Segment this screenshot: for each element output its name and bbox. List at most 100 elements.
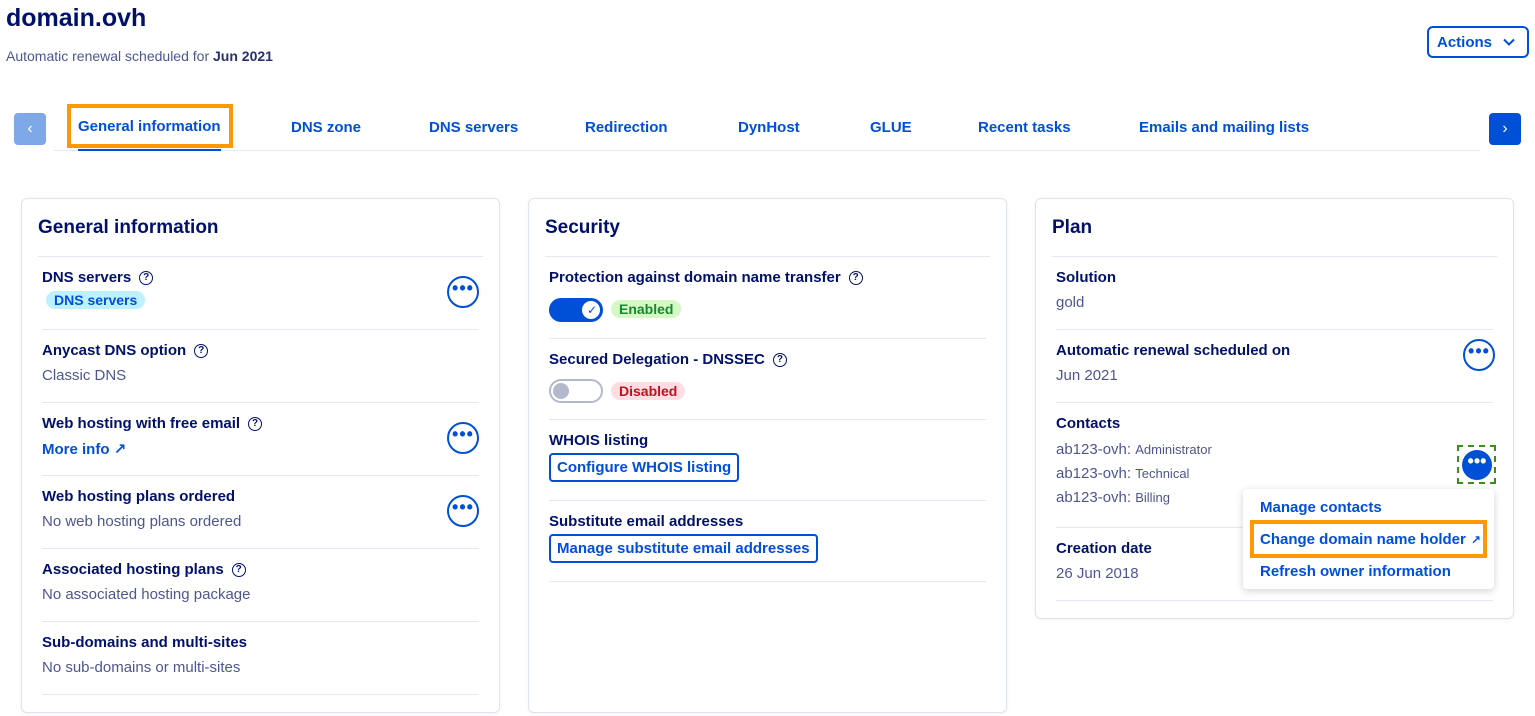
row-value: Classic DNS xyxy=(42,367,127,384)
row-substitute-emails: Substitute email addresses Manage substi… xyxy=(549,501,986,582)
row-web-hosting-plans: Web hosting plans ordered No web hosting… xyxy=(42,476,479,549)
contact-role: Billing xyxy=(1135,490,1170,505)
transfer-protection-toggle[interactable]: ✓ xyxy=(549,298,603,322)
page-title: domain.ovh xyxy=(6,4,147,32)
more-actions-button[interactable]: ••• xyxy=(447,276,479,308)
chevron-down-icon xyxy=(1503,38,1515,46)
row-value: No associated hosting package xyxy=(42,586,251,603)
ellipsis-icon: ••• xyxy=(452,423,474,444)
more-actions-button[interactable]: ••• xyxy=(447,495,479,527)
subtitle-date: Jun 2021 xyxy=(213,48,273,64)
ellipsis-icon: ••• xyxy=(452,277,474,298)
renewal-subtitle: Automatic renewal scheduled for Jun 2021 xyxy=(6,48,273,64)
row-label: Contacts xyxy=(1056,415,1121,432)
contact-id: ab123-ovh: xyxy=(1056,489,1132,506)
card-title: Plan xyxy=(1052,217,1093,238)
row-label: Creation date xyxy=(1056,540,1152,557)
contact-role: Technical xyxy=(1135,466,1190,481)
tab-dns-servers[interactable]: DNS servers xyxy=(429,104,518,151)
ellipsis-icon: ••• xyxy=(1467,450,1487,471)
contact-id: ab123-ovh: xyxy=(1056,441,1132,458)
contact-admin: ab123-ovh: Administrator xyxy=(1056,441,1212,458)
row-label: Substitute email addresses xyxy=(549,513,744,530)
chevron-right-icon: › xyxy=(1502,120,1508,137)
row-whois: WHOIS listing Configure WHOIS listing xyxy=(549,420,986,501)
menu-item-refresh-owner[interactable]: Refresh owner information xyxy=(1260,563,1451,580)
row-label: Associated hosting plans xyxy=(42,561,224,578)
tabs-prev-button[interactable]: ‹ xyxy=(14,113,46,145)
manage-substitute-emails-button[interactable]: Manage substitute email addresses xyxy=(549,534,818,563)
actions-label: Actions xyxy=(1437,33,1493,51)
card-title: Security xyxy=(545,217,620,238)
ellipsis-icon: ••• xyxy=(452,496,474,517)
tabs-next-button[interactable]: › xyxy=(1489,113,1521,145)
more-actions-button[interactable]: ••• xyxy=(447,422,479,454)
row-value: No web hosting plans ordered xyxy=(42,513,242,530)
row-label: Web hosting plans ordered xyxy=(42,488,236,505)
enabled-badge: Enabled xyxy=(611,300,682,318)
help-icon[interactable]: ? xyxy=(194,343,209,358)
help-icon[interactable]: ? xyxy=(248,416,263,431)
contact-technical: ab123-ovh: Technical xyxy=(1056,465,1189,482)
help-icon[interactable]: ? xyxy=(139,270,154,285)
subtitle-prefix: Automatic renewal scheduled for xyxy=(6,48,213,64)
tab-emails-mailing-lists[interactable]: Emails and mailing lists xyxy=(1139,104,1309,151)
general-information-card: General information DNS servers? DNS ser… xyxy=(21,198,500,713)
row-transfer-protection: Protection against domain name transfer?… xyxy=(549,257,986,339)
row-anycast-dns: Anycast DNS option? Classic DNS xyxy=(42,330,479,403)
more-info-label: More info xyxy=(42,441,110,458)
menu-item-manage-contacts[interactable]: Manage contacts xyxy=(1260,499,1382,516)
more-actions-button[interactable]: ••• xyxy=(1463,339,1495,371)
external-link-icon: ↗ xyxy=(1470,532,1481,547)
row-solution: Solution gold xyxy=(1056,257,1493,330)
contacts-dropdown-menu: Manage contacts Change domain name holde… xyxy=(1243,489,1494,589)
row-dns-servers: DNS servers? DNS servers ••• xyxy=(42,257,479,330)
dns-servers-badge: DNS servers xyxy=(46,291,146,309)
menu-item-change-holder[interactable]: Change domain name holder ↗ xyxy=(1260,531,1481,548)
tab-redirection[interactable]: Redirection xyxy=(585,104,668,151)
contact-role: Administrator xyxy=(1135,442,1212,457)
tab-glue[interactable]: GLUE xyxy=(870,104,912,151)
row-dnssec: Secured Delegation - DNSSEC? Disabled xyxy=(549,339,986,420)
help-icon[interactable]: ? xyxy=(231,562,246,577)
more-info-link[interactable]: More info ↗ xyxy=(42,440,126,458)
external-link-icon: ↗ xyxy=(113,441,127,458)
row-sub-domains: Sub-domains and multi-sites No sub-domai… xyxy=(42,622,479,695)
tab-bar: General information DNS zone DNS servers… xyxy=(54,104,1480,151)
row-value: No sub-domains or multi-sites xyxy=(42,659,241,676)
tab-general-information[interactable]: General information xyxy=(78,104,221,151)
chevron-left-icon: ‹ xyxy=(27,120,33,137)
checkmark-icon: ✓ xyxy=(586,303,597,317)
row-label: Secured Delegation - DNSSEC xyxy=(549,351,765,368)
row-label: Web hosting with free email xyxy=(42,415,241,432)
row-associated-hosting: Associated hosting plans? No associated … xyxy=(42,549,479,622)
row-label: WHOIS listing xyxy=(549,432,649,449)
row-value: gold xyxy=(1056,294,1085,311)
row-label: Anycast DNS option xyxy=(42,342,187,359)
row-value: 26 Jun 2018 xyxy=(1056,565,1139,582)
menu-item-label: Change domain name holder xyxy=(1260,531,1466,548)
actions-button[interactable]: Actions xyxy=(1427,26,1529,58)
row-label: DNS servers xyxy=(42,269,132,286)
row-label: Automatic renewal scheduled on xyxy=(1056,342,1291,359)
row-label: Sub-domains and multi-sites xyxy=(42,634,248,651)
tab-dns-zone[interactable]: DNS zone xyxy=(291,104,361,151)
row-renewal: Automatic renewal scheduled on Jun 2021 … xyxy=(1056,330,1495,403)
row-label: Protection against domain name transfer xyxy=(549,269,841,286)
row-value: Jun 2021 xyxy=(1056,367,1118,384)
help-icon[interactable]: ? xyxy=(772,352,787,367)
row-label: Solution xyxy=(1056,269,1116,286)
dnssec-toggle[interactable] xyxy=(549,379,603,403)
row-web-hosting-free-email: Web hosting with free email? More info ↗… xyxy=(42,403,479,476)
contact-billing: ab123-ovh: Billing xyxy=(1056,489,1170,506)
disabled-badge: Disabled xyxy=(611,382,686,400)
card-title: General information xyxy=(38,217,219,238)
contacts-more-actions-button[interactable]: ••• xyxy=(1462,450,1492,480)
tab-recent-tasks[interactable]: Recent tasks xyxy=(978,104,1071,151)
ellipsis-icon: ••• xyxy=(1468,340,1490,361)
help-icon[interactable]: ? xyxy=(848,270,863,285)
contact-id: ab123-ovh: xyxy=(1056,465,1132,482)
configure-whois-button[interactable]: Configure WHOIS listing xyxy=(549,453,740,482)
security-card: Security Protection against domain name … xyxy=(528,198,1007,713)
tab-dynhost[interactable]: DynHost xyxy=(738,104,800,151)
